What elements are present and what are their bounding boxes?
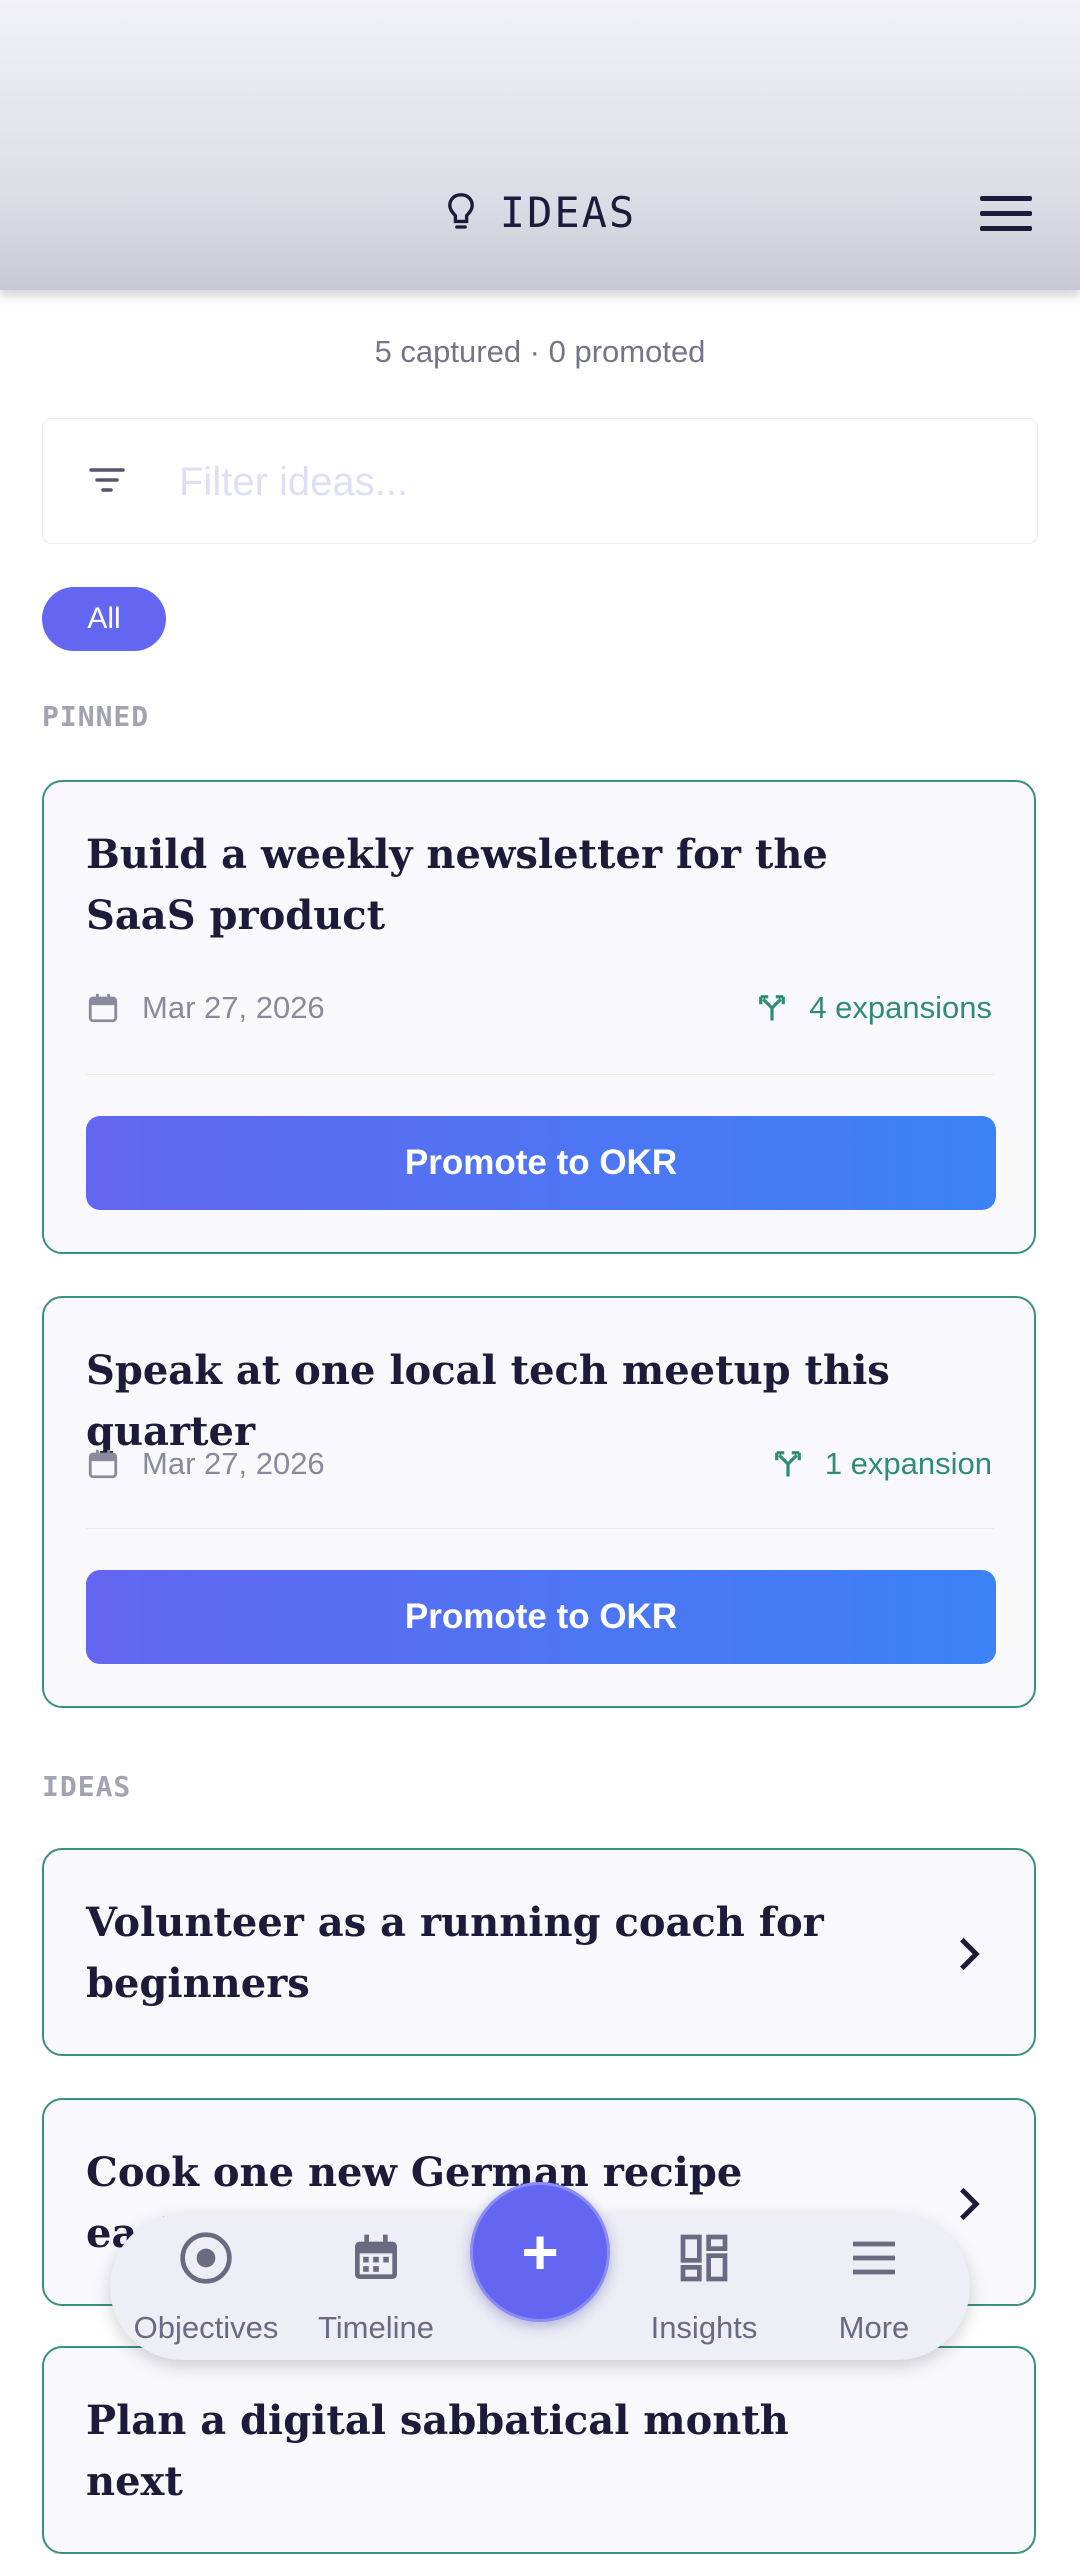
idea-date: Mar 27, 2026 xyxy=(86,990,325,1026)
nav-label: Insights xyxy=(650,2310,758,2345)
section-label-ideas: IDEAS xyxy=(42,1770,132,1803)
app-header: IDEAS xyxy=(0,0,1080,290)
idea-title: Speak at one local tech meetup this quar… xyxy=(86,1347,890,1455)
filter-icon xyxy=(89,468,125,492)
card-divider xyxy=(86,1528,994,1529)
promote-to-okr-button[interactable]: Promote to OKR xyxy=(86,1570,996,1664)
nav-label: More xyxy=(838,2310,910,2345)
idea-title: Build a weekly newsletter for the SaaS p… xyxy=(86,831,828,939)
pinned-idea-card[interactable]: Build a weekly newsletter for the SaaS p… xyxy=(42,780,1036,1254)
idea-expansions[interactable]: 4 expansions xyxy=(757,990,992,1026)
filter-input[interactable] xyxy=(177,449,1001,515)
hamburger-menu-icon[interactable] xyxy=(980,196,1032,232)
idea-expansions[interactable]: 1 expansion xyxy=(773,1446,992,1482)
nav-item-objectives[interactable]: Objectives xyxy=(126,2214,286,2360)
nav-item-more[interactable]: More xyxy=(794,2214,954,2360)
add-idea-button[interactable]: + xyxy=(470,2182,610,2322)
page-title: IDEAS xyxy=(499,188,637,237)
lightbulb-icon xyxy=(447,192,474,229)
target-icon xyxy=(180,2232,232,2284)
idea-card[interactable]: Volunteer as a running coach for beginne… xyxy=(42,1848,1036,2056)
chevron-right-icon xyxy=(960,2187,980,2221)
idea-expansions-text: 4 expansions xyxy=(809,990,992,1025)
section-label-pinned: PINNED xyxy=(42,700,150,733)
filter-chip-all[interactable]: All xyxy=(42,587,166,651)
idea-expansions-text: 1 expansion xyxy=(824,1446,992,1481)
calendar-icon xyxy=(88,993,118,1023)
header-title-group: IDEAS xyxy=(0,188,1080,237)
dashboard-icon xyxy=(680,2234,728,2282)
nav-label: Objectives xyxy=(133,2310,279,2345)
card-divider xyxy=(86,1074,994,1075)
idea-title: Plan a digital sabbatical month next xyxy=(86,2397,789,2505)
idea-date: Mar 27, 2026 xyxy=(86,1446,325,1482)
idea-title: Volunteer as a running coach for beginne… xyxy=(86,1899,824,2007)
promote-to-okr-button[interactable]: Promote to OKR xyxy=(86,1116,996,1210)
ideas-summary: 5 captured · 0 promoted xyxy=(374,334,706,369)
nav-item-timeline[interactable]: Timeline xyxy=(296,2214,456,2360)
nav-label: Timeline xyxy=(318,2310,434,2345)
chevron-right-icon xyxy=(960,1937,980,1971)
pinned-idea-card[interactable]: Speak at one local tech meetup this quar… xyxy=(42,1296,1036,1708)
calendar-icon xyxy=(355,2234,397,2279)
idea-card[interactable]: Plan a digital sabbatical month next xyxy=(42,2346,1036,2554)
fork-icon xyxy=(774,1451,801,1477)
filter-box[interactable] xyxy=(42,418,1038,544)
nav-item-insights[interactable]: Insights xyxy=(624,2214,784,2360)
plus-icon: + xyxy=(521,2216,559,2288)
idea-date-text: Mar 27, 2026 xyxy=(142,990,325,1025)
menu-icon xyxy=(853,2241,895,2275)
fork-icon xyxy=(759,995,786,1021)
calendar-icon xyxy=(88,1449,118,1479)
idea-date-text: Mar 27, 2026 xyxy=(142,1446,325,1481)
